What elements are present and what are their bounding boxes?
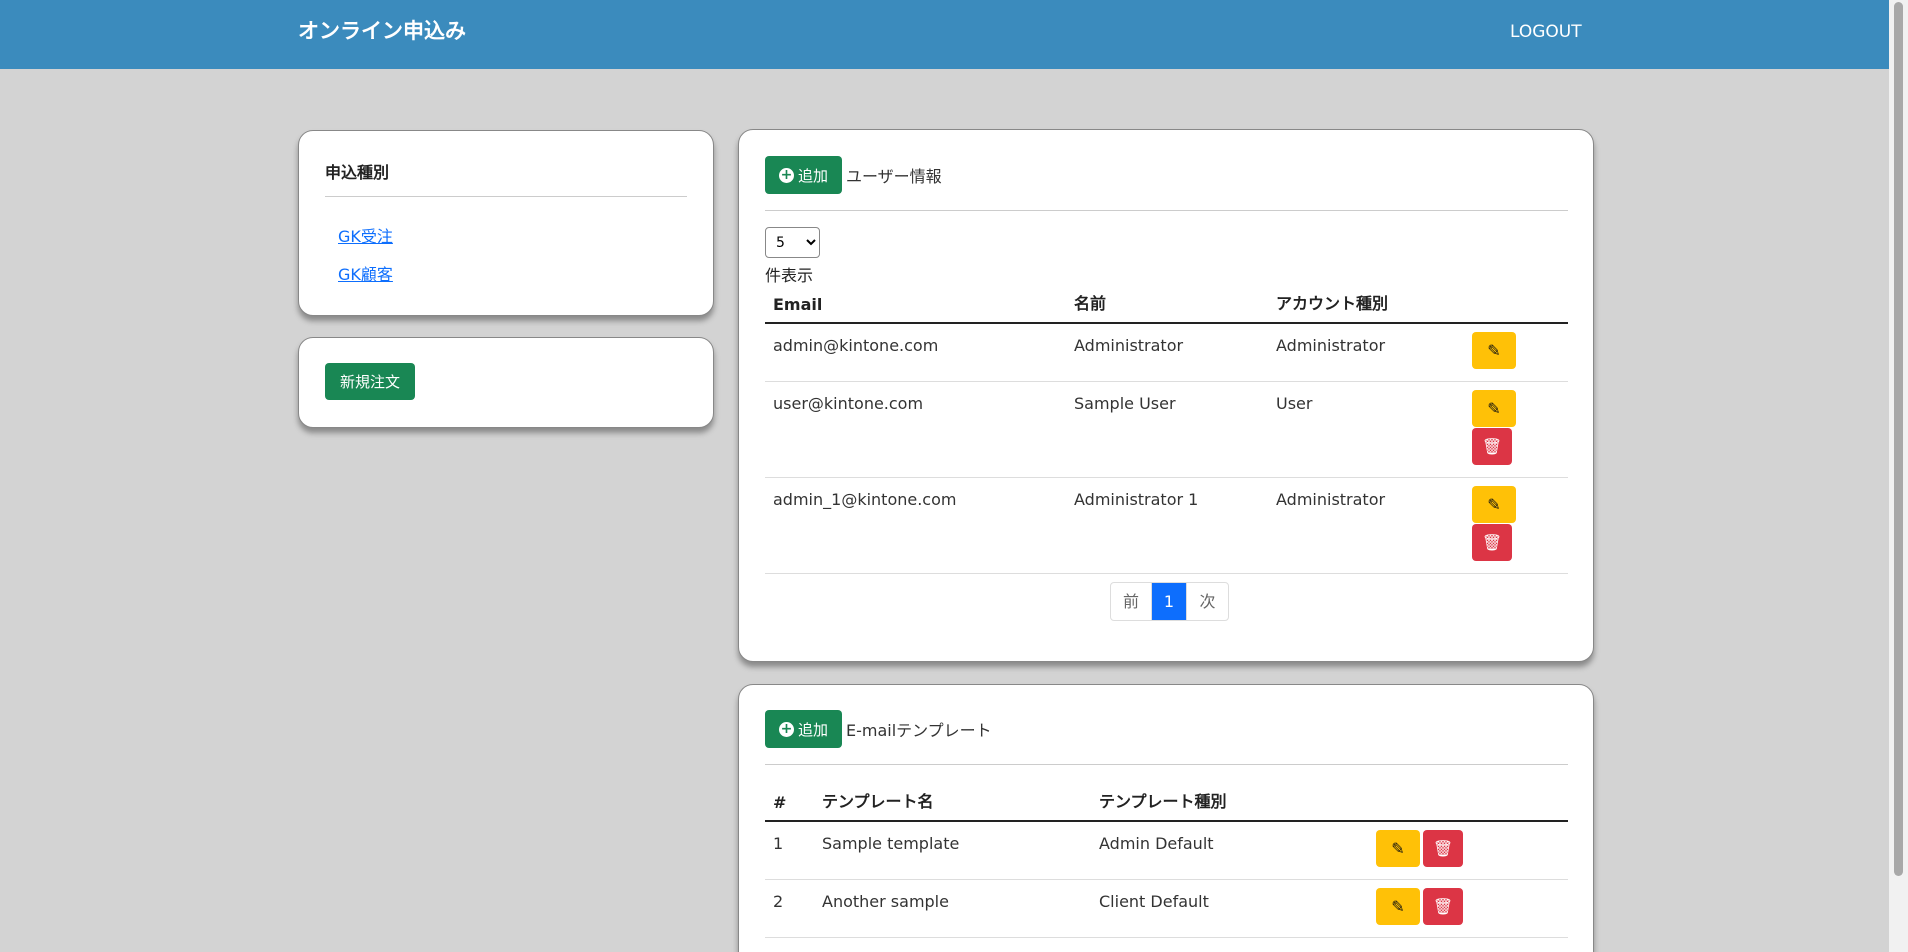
users-table: Email 名前 アカウント種別 admin@kintone.com Admin… bbox=[765, 284, 1568, 574]
table-row: user@kintone.com Sample User User ✎ 🗑 bbox=[765, 381, 1568, 478]
pagination-prev[interactable]: 前 bbox=[1111, 583, 1152, 620]
template-name: Another sample bbox=[814, 879, 1091, 938]
template-number: 1 bbox=[765, 821, 814, 880]
user-email: admin_1@kintone.com bbox=[765, 477, 1066, 574]
category-link-gk-orders[interactable]: GK受注 bbox=[338, 223, 393, 247]
table-row: admin@kintone.com Administrator Administ… bbox=[765, 323, 1568, 382]
table-row: 1 Sample template Admin Default ✎ 🗑 bbox=[765, 821, 1568, 880]
column-header-template-name: テンプレート名 bbox=[814, 782, 1091, 822]
template-name: Sample template bbox=[814, 821, 1091, 880]
category-title: 申込種別 bbox=[325, 163, 390, 182]
column-header-actions bbox=[1368, 782, 1568, 822]
user-name: Administrator bbox=[1066, 323, 1268, 382]
category-card: 申込種別 GK受注 GK顧客 bbox=[298, 130, 714, 316]
page-scrollbar[interactable] bbox=[1889, 0, 1908, 952]
templates-table-header: # テンプレート名 テンプレート種別 bbox=[765, 782, 1568, 822]
new-order-button[interactable]: 新規注文 bbox=[325, 363, 415, 400]
scrollbar-thumb[interactable] bbox=[1894, 2, 1903, 876]
pagination: 前 1 次 bbox=[1110, 582, 1229, 621]
edit-button[interactable]: ✎ bbox=[1376, 888, 1420, 925]
pencil-square-icon: ✎ bbox=[1487, 400, 1501, 418]
edit-button[interactable]: ✎ bbox=[1472, 390, 1516, 427]
user-account-type: User bbox=[1268, 381, 1464, 478]
pencil-square-icon: ✎ bbox=[1391, 898, 1405, 916]
user-info-divider bbox=[765, 210, 1568, 211]
email-template-divider bbox=[765, 764, 1568, 765]
user-email: user@kintone.com bbox=[765, 381, 1066, 478]
pagination-next[interactable]: 次 bbox=[1187, 583, 1228, 620]
user-account-type: Administrator bbox=[1268, 477, 1464, 574]
edit-button[interactable]: ✎ bbox=[1472, 332, 1516, 369]
logout-link[interactable]: LOGOUT bbox=[1510, 22, 1582, 42]
template-type: Client Default bbox=[1091, 879, 1368, 938]
delete-button[interactable]: 🗑 bbox=[1423, 830, 1463, 867]
app-title: オンライン申込み bbox=[298, 19, 466, 43]
pagination-page-1[interactable]: 1 bbox=[1152, 583, 1187, 620]
email-template-title: E-mailテンプレート bbox=[846, 721, 992, 740]
pencil-square-icon: ✎ bbox=[1487, 342, 1501, 360]
templates-table: # テンプレート名 テンプレート種別 1 Sample template Adm… bbox=[765, 782, 1568, 938]
user-name: Sample User bbox=[1066, 381, 1268, 478]
user-info-title: ユーザー情報 bbox=[846, 167, 942, 186]
trash-icon: 🗑 bbox=[1481, 534, 1503, 552]
user-email: admin@kintone.com bbox=[765, 323, 1066, 382]
column-header-number: # bbox=[765, 782, 814, 822]
row-actions: ✎ bbox=[1464, 323, 1568, 382]
add-user-button[interactable]: + 追加 bbox=[765, 156, 842, 194]
add-user-label: 追加 bbox=[797, 166, 828, 185]
row-actions: ✎ 🗑 bbox=[1368, 879, 1568, 938]
row-actions: ✎ 🗑 bbox=[1464, 477, 1568, 574]
edit-button[interactable]: ✎ bbox=[1376, 830, 1420, 867]
trash-icon: 🗑 bbox=[1432, 898, 1454, 916]
top-navbar: オンライン申込み LOGOUT bbox=[0, 0, 1889, 69]
column-header-template-type: テンプレート種別 bbox=[1091, 782, 1368, 822]
column-header-email: Email bbox=[765, 284, 1066, 324]
trash-icon: 🗑 bbox=[1481, 438, 1503, 456]
new-order-card: 新規注文 bbox=[298, 337, 714, 428]
user-info-card: + 追加 ユーザー情報 5 件表示 Email 名前 アカウント種別 admin… bbox=[738, 129, 1594, 662]
user-name: Administrator 1 bbox=[1066, 477, 1268, 574]
template-type: Admin Default bbox=[1091, 821, 1368, 880]
table-row: 2 Another sample Client Default ✎ 🗑 bbox=[765, 879, 1568, 938]
column-header-actions bbox=[1464, 284, 1568, 324]
table-row: admin_1@kintone.com Administrator 1 Admi… bbox=[765, 477, 1568, 574]
add-template-label: 追加 bbox=[797, 720, 828, 739]
row-actions: ✎ 🗑 bbox=[1464, 381, 1568, 478]
pencil-square-icon: ✎ bbox=[1487, 496, 1501, 514]
edit-button[interactable]: ✎ bbox=[1472, 486, 1516, 523]
plus-circle-icon: + bbox=[778, 720, 794, 737]
delete-button[interactable]: 🗑 bbox=[1423, 888, 1463, 925]
column-header-account-type: アカウント種別 bbox=[1268, 284, 1464, 324]
delete-button[interactable]: 🗑 bbox=[1472, 524, 1512, 561]
trash-icon: 🗑 bbox=[1432, 840, 1454, 858]
row-actions: ✎ 🗑 bbox=[1368, 821, 1568, 880]
category-link-gk-customers[interactable]: GK顧客 bbox=[338, 261, 393, 285]
page-size-select[interactable]: 5 bbox=[765, 227, 820, 258]
pencil-square-icon: ✎ bbox=[1391, 840, 1405, 858]
add-template-button[interactable]: + 追加 bbox=[765, 710, 842, 748]
category-divider bbox=[325, 196, 687, 197]
template-number: 2 bbox=[765, 879, 814, 938]
email-template-card: + 追加 E-mailテンプレート # テンプレート名 テンプレート種別 1 S… bbox=[738, 684, 1594, 952]
user-account-type: Administrator bbox=[1268, 323, 1464, 382]
users-table-header: Email 名前 アカウント種別 bbox=[765, 284, 1568, 324]
plus-circle-icon: + bbox=[778, 166, 794, 183]
column-header-name: 名前 bbox=[1066, 284, 1268, 324]
per-page-label: 件表示 bbox=[765, 266, 814, 285]
delete-button[interactable]: 🗑 bbox=[1472, 428, 1512, 465]
